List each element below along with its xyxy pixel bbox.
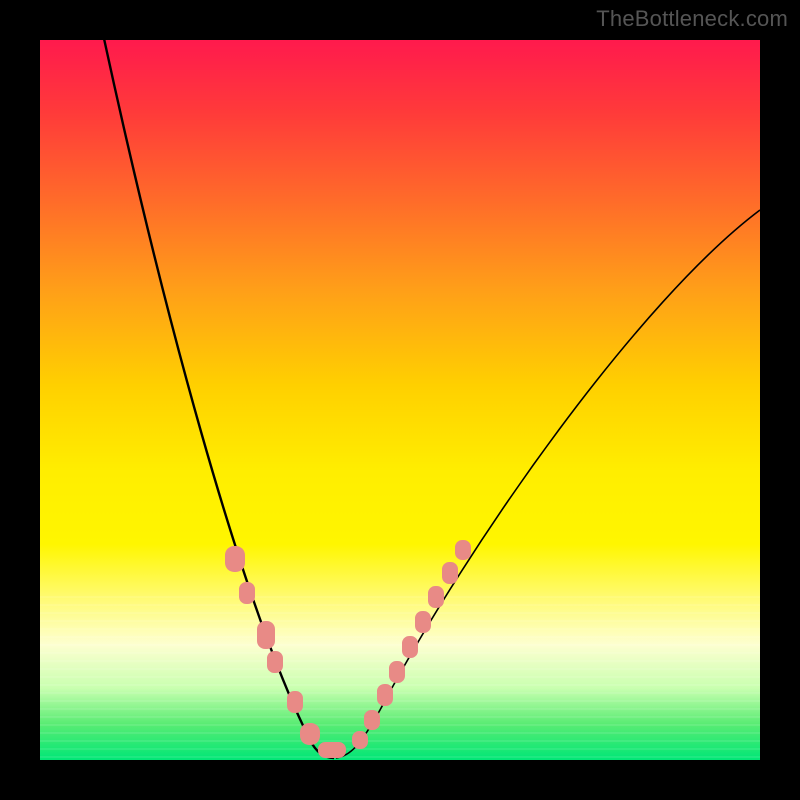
data-marker [287,691,303,713]
data-marker [442,562,458,584]
chart-frame: TheBottleneck.com [0,0,800,800]
data-marker [455,540,471,560]
curves-svg [40,40,760,760]
data-marker [364,710,380,730]
watermark-text: TheBottleneck.com [596,6,788,32]
data-marker [225,546,245,572]
data-marker [318,742,346,758]
data-marker [300,723,320,745]
data-marker [377,684,393,706]
data-marker [402,636,418,658]
data-marker [267,651,283,673]
left-curve [100,40,334,758]
plot-area [40,40,760,760]
data-marker [428,586,444,608]
data-marker [389,661,405,683]
markers-group [225,540,471,758]
data-marker [352,731,368,749]
data-marker [257,621,275,649]
data-marker [239,582,255,604]
data-marker [415,611,431,633]
